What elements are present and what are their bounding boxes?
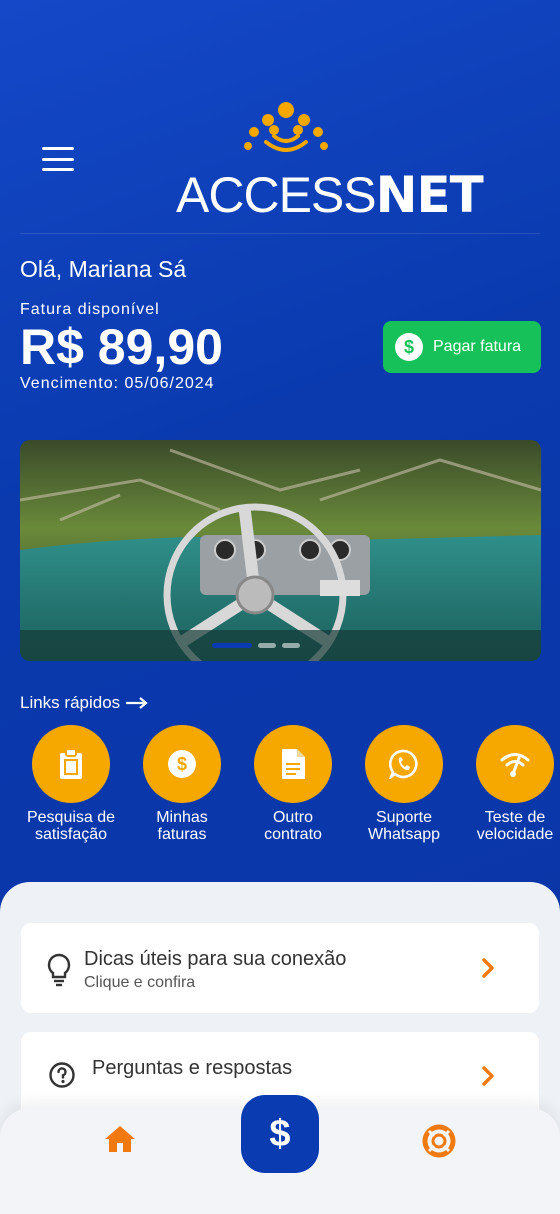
- tips-card[interactable]: Dicas úteis para sua conexão Clique e co…: [21, 923, 539, 1013]
- logo-text-bold: NET: [375, 166, 484, 224]
- quick-links-title: Links rápidos: [20, 693, 148, 713]
- quick-link-circle: [365, 725, 443, 803]
- invoice-label: Fatura disponível: [20, 301, 160, 318]
- quick-link-circle: [476, 725, 554, 803]
- header-divider: [20, 233, 540, 234]
- pay-invoice-label: Pagar fatura: [433, 338, 522, 355]
- clipboard-icon: [60, 748, 82, 779]
- pay-invoice-button[interactable]: $ Pagar fatura: [383, 321, 541, 373]
- quick-link-circle: [32, 725, 110, 803]
- carousel-indicator: [212, 643, 300, 648]
- lifebuoy-icon: [422, 1124, 456, 1158]
- wifi-speed-icon: [500, 753, 530, 777]
- logo-text: ACCESSNET: [176, 166, 484, 224]
- arrow-right-icon: [126, 697, 148, 709]
- promo-banner[interactable]: [20, 440, 541, 661]
- accessnet-logo: ACCESSNET: [170, 100, 484, 224]
- carousel-dot-active[interactable]: [212, 643, 252, 648]
- quick-links-label: Links rápidos: [20, 693, 121, 712]
- svg-text:$: $: [177, 754, 187, 774]
- chevron-right-icon: [482, 1066, 494, 1086]
- quick-link-circle: [254, 725, 332, 803]
- carousel-dot[interactable]: [282, 643, 300, 648]
- home-icon: [105, 1126, 135, 1152]
- menu-button[interactable]: [40, 144, 76, 174]
- logo-text-light: ACCESS: [176, 167, 377, 223]
- document-icon: [282, 749, 305, 779]
- nav-support-button[interactable]: [422, 1124, 456, 1163]
- dollar-coin-icon: $: [395, 333, 423, 361]
- question-icon: [49, 1062, 75, 1088]
- quick-link-speed-test[interactable]: Teste de velocidade: [450, 725, 560, 843]
- nav-pay-button[interactable]: $: [241, 1095, 319, 1173]
- carousel-dot[interactable]: [258, 643, 276, 648]
- invoice-amount: R$ 89,90: [20, 319, 223, 375]
- nav-home-button[interactable]: [103, 1124, 137, 1159]
- dollar-icon: $: [269, 1112, 291, 1155]
- greeting-text: Olá, Mariana Sá: [20, 256, 187, 282]
- lightbulb-icon: [47, 953, 71, 987]
- chevron-right-icon: [482, 958, 494, 978]
- card-subtitle: Clique e confira: [84, 974, 196, 991]
- logo-signal-icon: [244, 102, 328, 152]
- quick-link-label: Teste de velocidade: [476, 809, 554, 843]
- quick-links-list: Pesquisa de satisfação $ Minhas faturas …: [0, 725, 560, 855]
- banner-image: [20, 440, 541, 661]
- quick-link-circle: $: [143, 725, 221, 803]
- whatsapp-icon: [389, 749, 418, 779]
- due-date: Vencimento: 05/06/2024: [20, 375, 215, 392]
- card-title: Dicas úteis para sua conexão: [84, 948, 347, 970]
- card-title: Perguntas e respostas: [92, 1057, 293, 1079]
- dollar-icon: $: [168, 750, 196, 778]
